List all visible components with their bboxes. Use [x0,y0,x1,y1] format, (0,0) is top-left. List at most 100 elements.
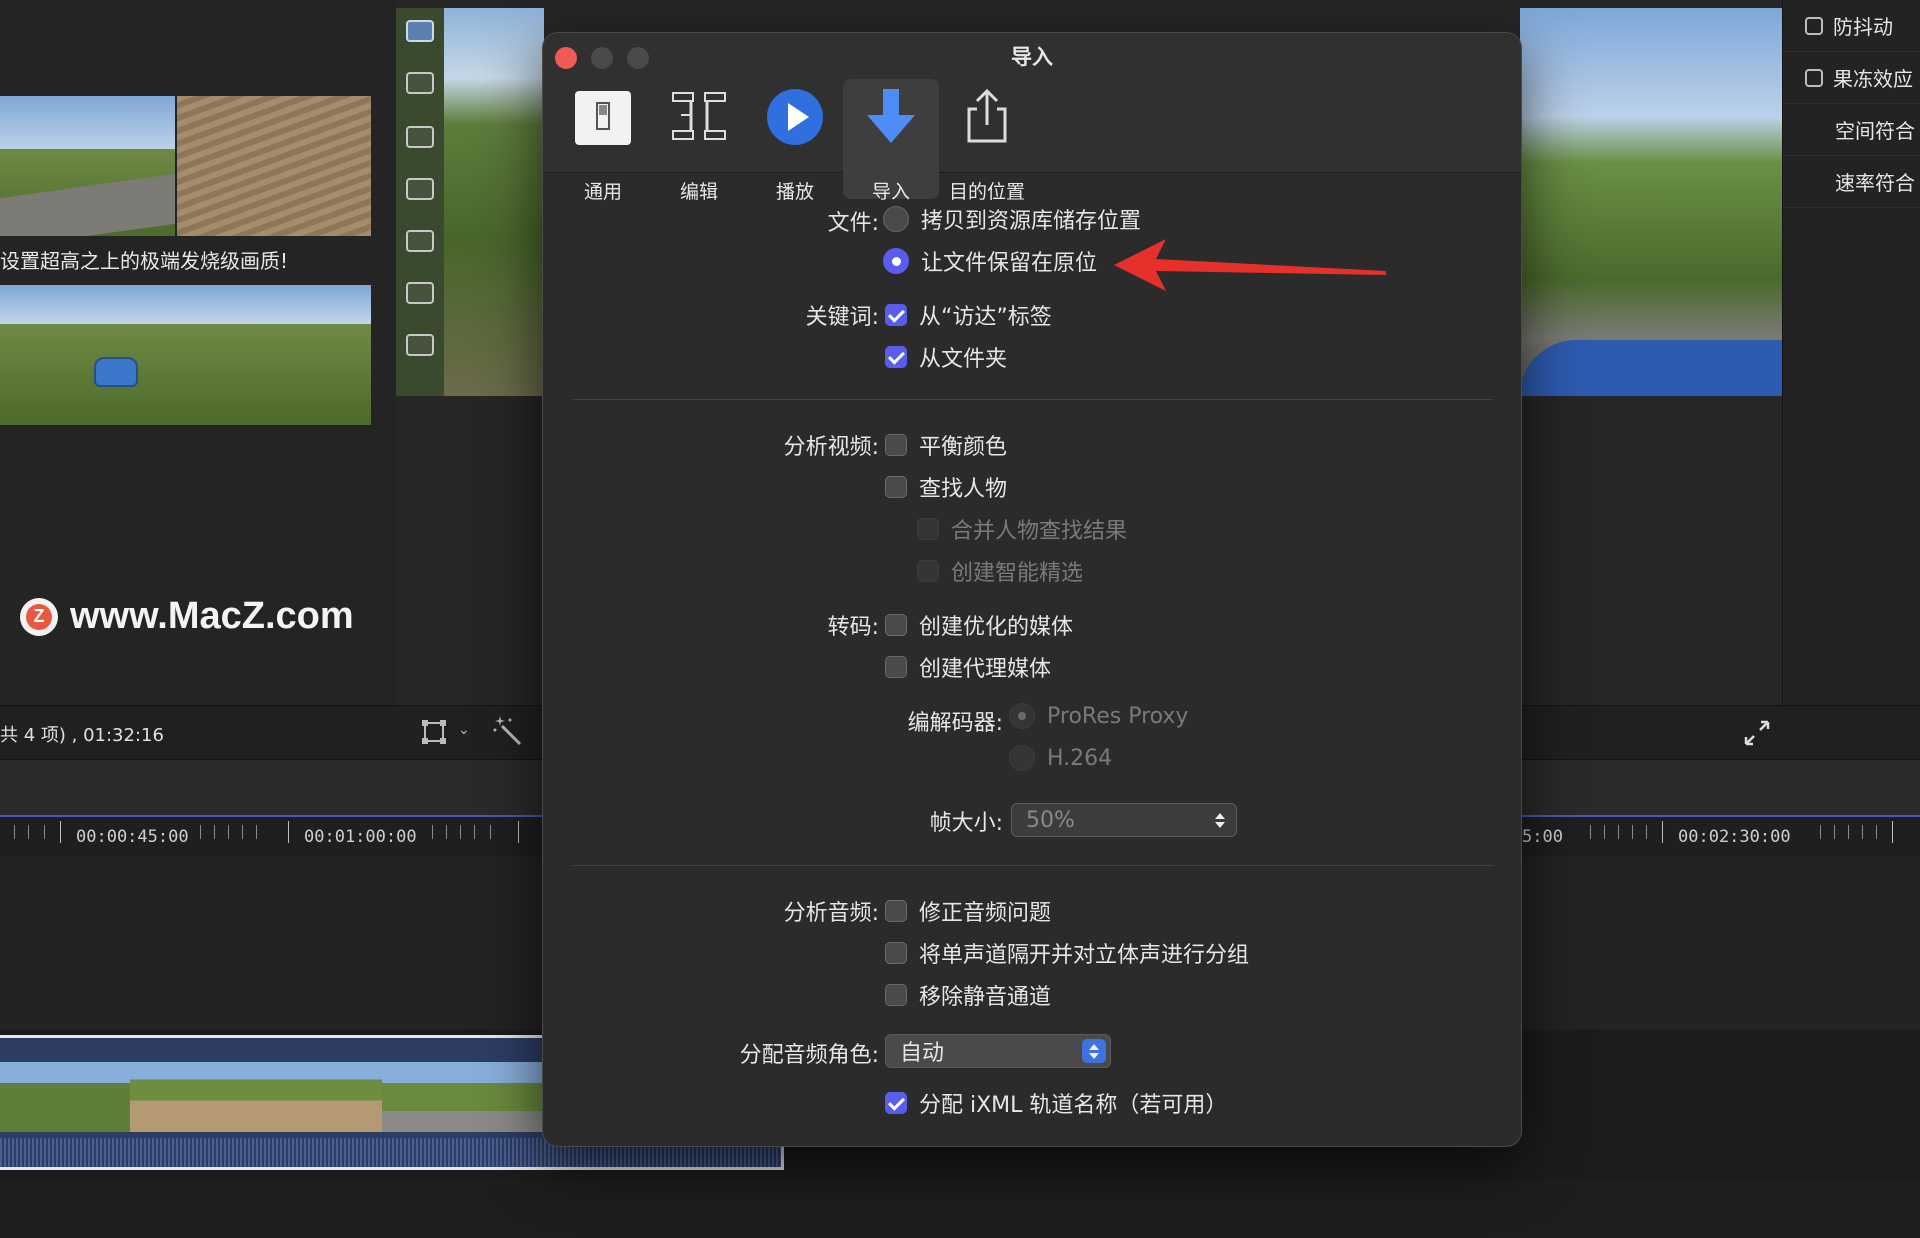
timecode: 5:00 [1522,827,1563,847]
option-label: 创建优化的媒体 [919,615,1074,640]
checkbox-optimized-media[interactable]: 创建优化的媒体 [885,609,1073,641]
checkbox-remove-silent[interactable]: 移除静音通道 [885,979,1051,1011]
checkbox-consolidate-people[interactable]: 合并人物查找结果 [917,513,1127,545]
checkbox[interactable] [917,560,939,582]
tab-editing[interactable]: 编辑 [651,79,747,203]
stepper-icon [1082,1039,1106,1063]
clip-count-duration: 共 4 项) , 01:32:16 [0,725,164,746]
frame-marker [406,334,434,356]
stepper-icon [1208,808,1232,832]
checkbox[interactable] [885,900,907,922]
analyze-video-label: 分析视频: [783,435,879,460]
download-arrow-icon [867,89,915,143]
checkbox[interactable] [885,476,907,498]
codec-label: 编解码器: [907,711,1003,736]
checkbox[interactable] [885,656,907,678]
watermark-text: www.MacZ.com [70,595,354,637]
option-label: 创建智能精选 [951,561,1084,586]
checkbox-separate-mono[interactable]: 将单声道隔开并对立体声进行分组 [885,937,1249,969]
clip-thumbnail[interactable] [177,96,371,236]
frame-marker [406,72,434,94]
divider [573,865,1493,866]
radio-leave-in-place[interactable]: 让文件保留在原位 [883,245,1097,277]
checkbox-balance-color[interactable]: 平衡颜色 [885,429,1007,461]
option-label: 修正音频问题 [919,901,1052,926]
frame-marker [406,230,434,252]
checkbox[interactable] [917,518,939,540]
checkbox-proxy-media[interactable]: 创建代理媒体 [885,651,1051,683]
inspector-item-rate-conform[interactable]: 速率符合 [1783,156,1920,208]
media-browser: 设置超高之上的极端发烧级画质! Z www.MacZ.com [0,0,396,705]
frame-marker [406,126,434,148]
tab-general[interactable]: 通用 [555,79,651,203]
checkbox[interactable] [885,614,907,636]
tab-playback[interactable]: 播放 [747,79,843,203]
checkbox[interactable] [885,434,907,456]
clip-caption: 设置超高之上的极端发烧级画质! [0,249,289,273]
chevron-down-icon[interactable]: ⌄ [458,722,470,738]
frame-marker [406,282,434,304]
radio-prores-proxy[interactable]: ProRes Proxy [1009,703,1188,729]
share-icon [967,88,1007,143]
option-label: 查找人物 [919,477,1008,502]
play-icon [767,89,823,145]
tab-label: 目的位置 [948,181,1025,203]
checkbox[interactable] [885,346,907,368]
timecode: 00:01:00:00 [304,827,417,847]
option-label: 合并人物查找结果 [951,519,1128,544]
option-label: ProRes Proxy [1047,703,1189,729]
checkbox[interactable] [1805,68,1823,87]
frame-size-popup[interactable]: 50% [1011,803,1237,837]
clip-thumbnail[interactable] [0,285,371,425]
tab-label: 播放 [775,181,814,203]
dialog-toolbar: 导入 通用 编辑 播放 导入 目的位置 [543,33,1521,203]
checkbox-ixml-track-names[interactable]: 分配 iXML 轨道名称（若可用） [885,1087,1227,1119]
tab-destinations[interactable]: 目的位置 [939,79,1035,203]
radio-h264[interactable]: H.264 [1009,745,1112,771]
inspector: 防抖动 果冻效应 空间符合 速率符合 [1782,0,1920,705]
option-label: 从文件夹 [919,347,1008,372]
option-label: 将单声道隔开并对立体声进行分组 [919,943,1250,968]
popup-value: 自动 [900,1041,945,1066]
checkbox-fix-audio[interactable]: 修正音频问题 [885,895,1051,927]
popup-value: 50% [1026,807,1075,833]
inspector-label: 速率符合 [1835,171,1915,195]
option-label: 拷贝到资源库储存位置 [921,209,1142,234]
checkbox-smart-collections[interactable]: 创建智能精选 [917,555,1083,587]
magic-wand-icon[interactable] [492,714,526,748]
radio-copy-to-library[interactable]: 拷贝到资源库储存位置 [883,203,1141,235]
radio-button[interactable] [883,248,909,274]
timecode: 00:02:30:00 [1678,827,1791,847]
frame-marker [406,20,434,42]
radio-button[interactable] [1009,745,1035,771]
option-label: 创建代理媒体 [919,657,1052,682]
inspector-item-spatial-conform[interactable]: 空间符合 [1783,104,1920,156]
checkbox[interactable] [885,942,907,964]
switch-icon [575,91,631,145]
inspector-label: 防抖动 [1833,15,1893,39]
audio-role-popup[interactable]: 自动 [885,1034,1111,1068]
checkbox[interactable] [885,304,907,326]
option-label: 移除静音通道 [919,985,1052,1010]
audio-role-label: 分配音频角色: [739,1043,879,1068]
checkbox-from-folders[interactable]: 从文件夹 [885,341,1007,373]
inspector-item-rolling-shutter[interactable]: 果冻效应 [1783,52,1920,104]
checkbox-finder-tags[interactable]: 从“访达”标签 [885,299,1052,331]
annotation-arrow-icon [1114,239,1386,291]
checkbox[interactable] [885,1092,907,1114]
frame-size-label: 帧大小: [929,811,1003,836]
tab-import[interactable]: 导入 [843,79,939,203]
macz-logo-icon: Z [20,597,58,636]
checkbox[interactable] [885,984,907,1006]
checkbox[interactable] [1805,16,1823,35]
transform-icon[interactable] [420,718,448,746]
clip-thumbnail[interactable] [0,96,175,236]
fullscreen-icon[interactable] [1742,718,1772,748]
option-label: H.264 [1047,745,1113,771]
analyze-audio-label: 分析音频: [783,901,879,926]
radio-button[interactable] [1009,703,1035,729]
logo-letter: Z [26,603,52,630]
checkbox-find-people[interactable]: 查找人物 [885,471,1007,503]
radio-button[interactable] [883,206,909,232]
inspector-item-stabilization[interactable]: 防抖动 [1783,0,1920,52]
